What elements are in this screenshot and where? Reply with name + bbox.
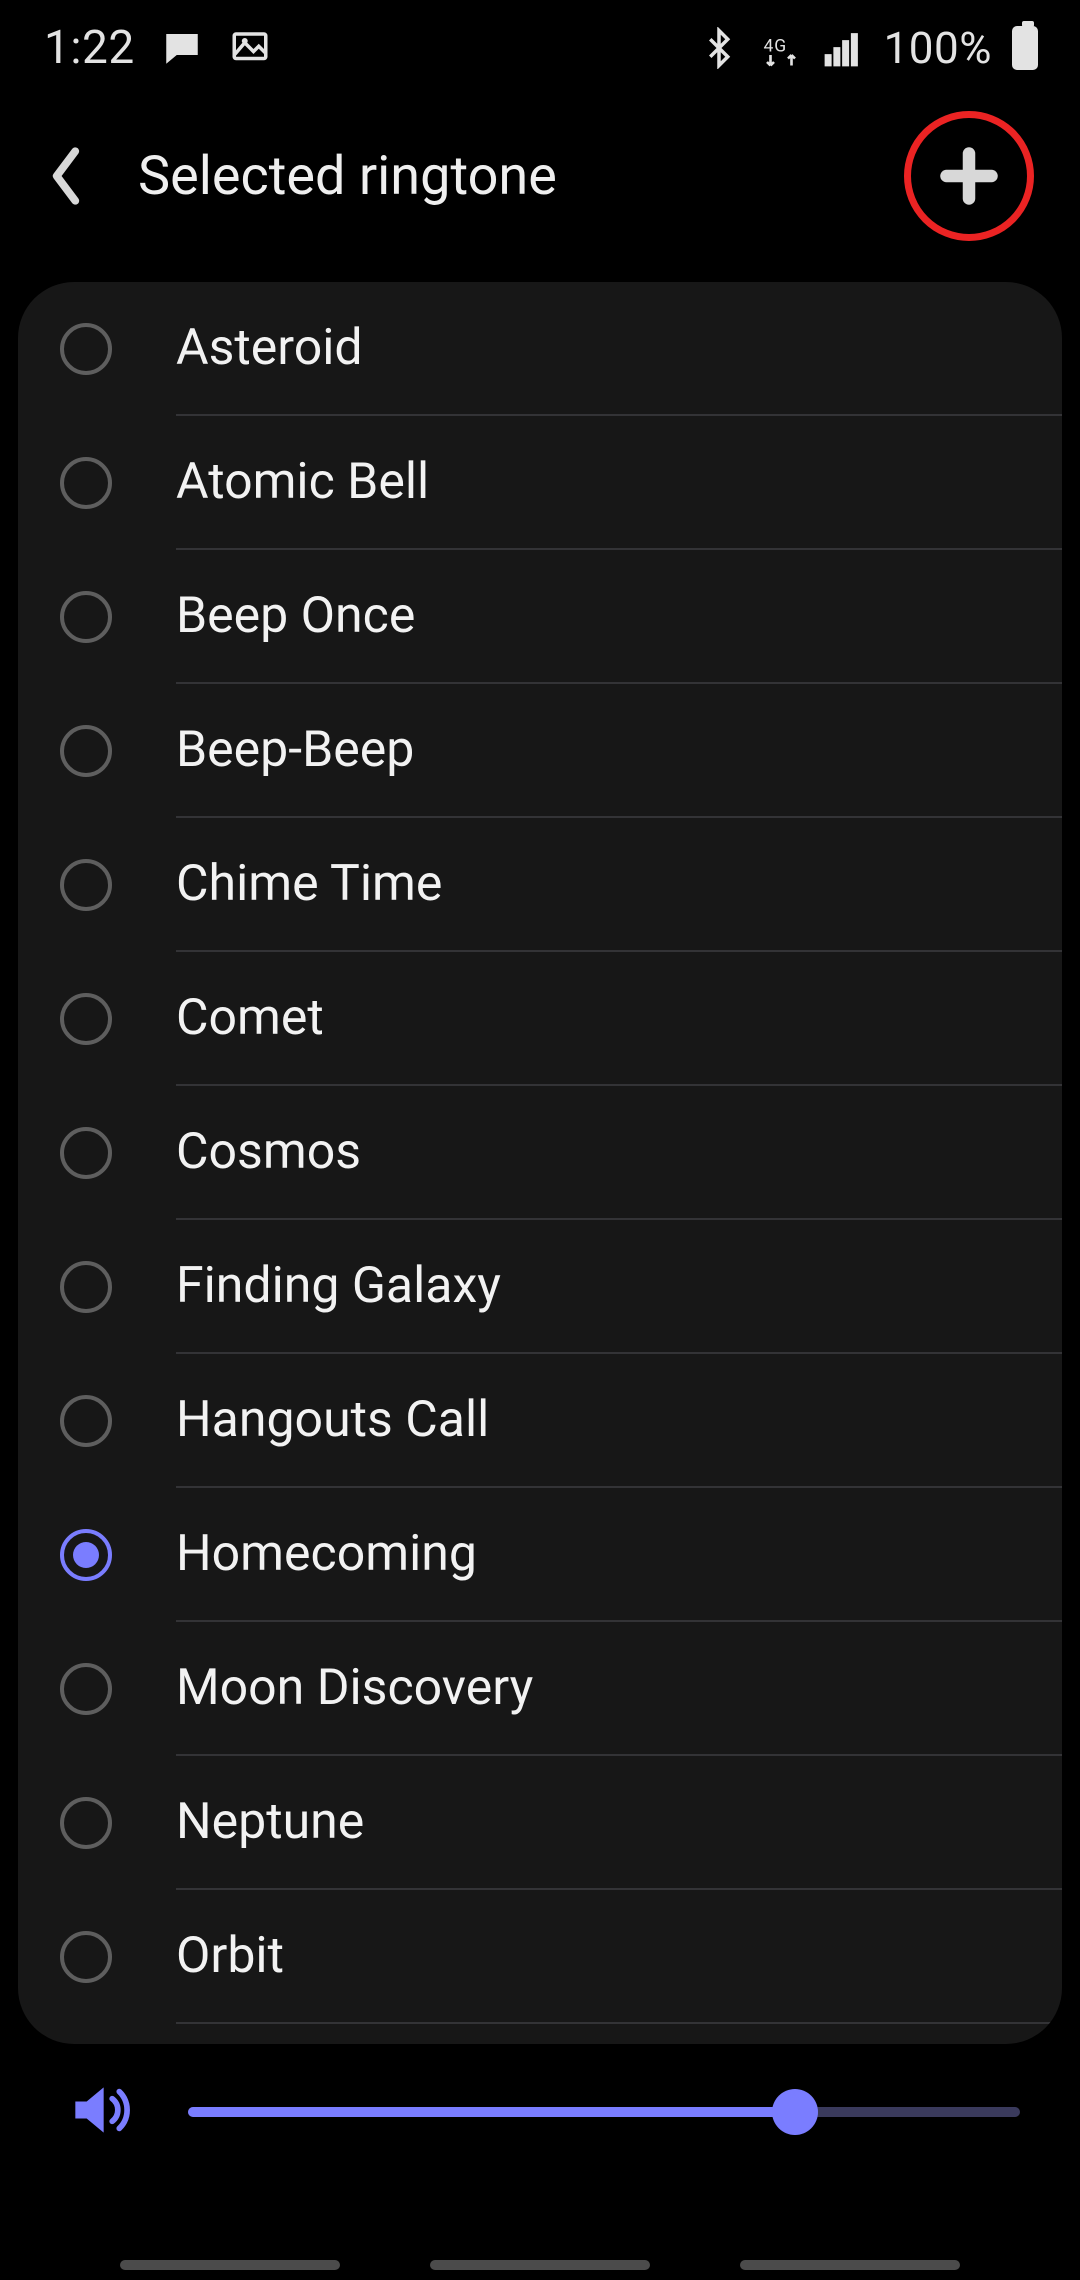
ringtone-label: Comet bbox=[176, 952, 1062, 1086]
ringtone-radio[interactable] bbox=[60, 323, 112, 375]
nav-home[interactable] bbox=[430, 2260, 650, 2270]
ringtone-label: Moon Discovery bbox=[176, 1622, 1062, 1756]
ringtone-radio[interactable] bbox=[60, 1261, 112, 1313]
ringtone-radio[interactable] bbox=[60, 1663, 112, 1715]
ringtone-radio[interactable] bbox=[60, 457, 112, 509]
ringtone-row[interactable]: Comet bbox=[18, 952, 1062, 1086]
ringtone-radio[interactable] bbox=[60, 1931, 112, 1983]
ringtone-label: Homecoming bbox=[176, 1488, 1062, 1622]
nav-back[interactable] bbox=[740, 2260, 960, 2270]
volume-slider-thumb[interactable] bbox=[772, 2089, 818, 2135]
ringtone-row[interactable]: Hangouts Call bbox=[18, 1354, 1062, 1488]
app-bar: Selected ringtone bbox=[0, 96, 1080, 256]
ringtone-row[interactable]: Cosmos bbox=[18, 1086, 1062, 1220]
ringtone-radio[interactable] bbox=[60, 1529, 112, 1581]
ringtone-label: Beep-Beep bbox=[176, 684, 1062, 818]
navigation-bar bbox=[0, 2220, 1080, 2280]
ringtone-label: Cosmos bbox=[176, 1086, 1062, 1220]
add-ringtone-button[interactable] bbox=[904, 111, 1034, 241]
volume-icon bbox=[64, 2076, 132, 2148]
ringtone-label: Chime Time bbox=[176, 818, 1062, 952]
pictures-icon bbox=[229, 27, 271, 69]
page-title: Selected ringtone bbox=[138, 145, 557, 208]
ringtone-list: AsteroidAtomic BellBeep OnceBeep-BeepChi… bbox=[18, 282, 1062, 2024]
ringtone-panel: AsteroidAtomic BellBeep OnceBeep-BeepChi… bbox=[18, 282, 1062, 2044]
svg-text:4G: 4G bbox=[763, 37, 787, 57]
ringtone-row[interactable]: Atomic Bell bbox=[18, 416, 1062, 550]
ringtone-row[interactable]: Asteroid bbox=[18, 282, 1062, 416]
ringtone-label: Orbit bbox=[176, 1890, 1062, 2024]
status-clock: 1:22 bbox=[44, 21, 135, 75]
ringtone-row[interactable]: Homecoming bbox=[18, 1488, 1062, 1622]
ringtone-row[interactable]: Orbit bbox=[18, 1890, 1062, 2024]
ringtone-row[interactable]: Moon Discovery bbox=[18, 1622, 1062, 1756]
signal-icon bbox=[822, 27, 864, 69]
status-bar: 1:22 4G 100% bbox=[0, 0, 1080, 96]
ringtone-row[interactable]: Beep Once bbox=[18, 550, 1062, 684]
ringtone-label: Hangouts Call bbox=[176, 1354, 1062, 1488]
ringtone-radio[interactable] bbox=[60, 1127, 112, 1179]
ringtone-radio[interactable] bbox=[60, 1797, 112, 1849]
battery-icon bbox=[1012, 26, 1038, 70]
volume-slider[interactable] bbox=[188, 2107, 1020, 2117]
battery-percent: 100% bbox=[884, 22, 992, 74]
ringtone-radio[interactable] bbox=[60, 1395, 112, 1447]
ringtone-row[interactable]: Chime Time bbox=[18, 818, 1062, 952]
ringtone-row[interactable]: Beep-Beep bbox=[18, 684, 1062, 818]
ringtone-radio[interactable] bbox=[60, 859, 112, 911]
volume-bar bbox=[0, 2042, 1080, 2182]
ringtone-label: Beep Once bbox=[176, 550, 1062, 684]
bluetooth-icon bbox=[698, 27, 740, 69]
ringtone-row[interactable]: Finding Galaxy bbox=[18, 1220, 1062, 1354]
data-4g-icon: 4G bbox=[760, 27, 802, 69]
ringtone-radio[interactable] bbox=[60, 591, 112, 643]
ringtone-label: Atomic Bell bbox=[176, 416, 1062, 550]
ringtone-row[interactable]: Neptune bbox=[18, 1756, 1062, 1890]
ringtone-radio[interactable] bbox=[60, 725, 112, 777]
nav-recent[interactable] bbox=[120, 2260, 340, 2270]
ringtone-label: Neptune bbox=[176, 1756, 1062, 1890]
ringtone-label: Asteroid bbox=[176, 282, 1062, 416]
ringtone-label: Finding Galaxy bbox=[176, 1220, 1062, 1354]
back-button[interactable] bbox=[36, 146, 96, 206]
messages-icon bbox=[161, 27, 203, 69]
volume-slider-fill bbox=[188, 2107, 795, 2117]
ringtone-radio[interactable] bbox=[60, 993, 112, 1045]
